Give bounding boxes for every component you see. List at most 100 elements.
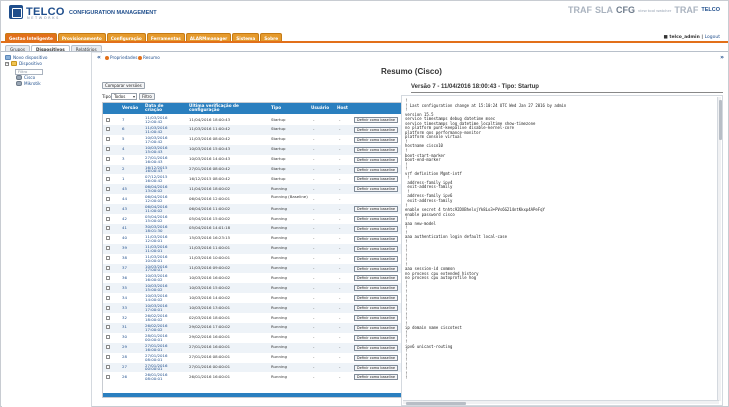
row-checkbox[interactable]: [106, 275, 110, 280]
table-row[interactable]: 38 11/03/2016 10:00:01 11/03/2016 10:00:01…: [103, 254, 401, 264]
col-header-verified[interactable]: Última verificação de configuração: [189, 103, 247, 112]
row-checkbox[interactable]: [106, 226, 110, 231]
table-row[interactable]: 4 10/03/2016 15:00:43 10/03/2016 15:00:43 S…: [103, 144, 401, 155]
col-header-type[interactable]: Tipo: [271, 105, 281, 110]
row-checkbox[interactable]: [106, 325, 110, 330]
table-row[interactable]: 6 11/03/2016 11:00:42 11/03/2016 11:00:42 S…: [103, 124, 401, 135]
set-baseline-button[interactable]: Definir como baseline: [354, 285, 398, 292]
row-checkbox[interactable]: [106, 374, 110, 379]
set-baseline-button[interactable]: Definir como baseline: [354, 156, 398, 163]
table-row[interactable]: 43 06/04/2016 11:00:02 06/04/2016 11:00:02…: [103, 204, 401, 214]
set-baseline-button[interactable]: Definir como baseline: [354, 374, 398, 381]
set-baseline-button[interactable]: Definir como baseline: [354, 305, 398, 312]
set-baseline-button[interactable]: Definir como baseline: [354, 265, 398, 272]
row-checkbox[interactable]: [106, 176, 110, 181]
row-checkbox[interactable]: [106, 117, 110, 122]
table-row[interactable]: 31 26/02/2016 17:00:02 29/02/2016 17:00:02…: [103, 322, 401, 333]
summary-link[interactable]: Resumo: [138, 55, 160, 60]
set-baseline-button[interactable]: Definir como baseline: [354, 334, 398, 341]
set-baseline-button[interactable]: Definir como baseline: [354, 315, 398, 321]
table-row[interactable]: 30 28/01/2016 00:00:01 29/02/2016 16:00:01…: [103, 333, 401, 343]
row-checkbox[interactable]: [106, 157, 110, 162]
tree-item-devices[interactable]: − Dispositivo: [5, 61, 42, 66]
table-row[interactable]: 39 11/03/2016 11:00:01 11/03/2016 11:00:01…: [103, 243, 401, 254]
set-baseline-button[interactable]: Definir como baseline: [354, 117, 398, 123]
col-header-host[interactable]: Host: [337, 105, 348, 110]
expand-panel-icon[interactable]: »: [720, 54, 724, 61]
set-baseline-button[interactable]: Definir como baseline: [354, 354, 398, 361]
row-checkbox[interactable]: [106, 295, 110, 300]
row-checkbox[interactable]: [106, 305, 110, 310]
set-baseline-button[interactable]: Definir como baseline: [354, 364, 398, 371]
set-baseline-button[interactable]: Definir como baseline: [354, 255, 398, 262]
table-row[interactable]: 34 10/03/2016 14:00:02 10/03/2016 14:00:02…: [103, 293, 401, 303]
row-checkbox[interactable]: [106, 266, 110, 270]
type-filter-select[interactable]: Todos ▾: [111, 93, 137, 100]
table-row[interactable]: 45 06/04/2016 13:00:02 11/04/2016 18:00:02…: [103, 184, 401, 195]
row-checkbox[interactable]: [106, 137, 110, 142]
set-baseline-button[interactable]: Definir como baseline: [354, 166, 398, 173]
row-checkbox[interactable]: [106, 355, 110, 360]
row-checkbox[interactable]: [106, 216, 110, 221]
collapse-sidebar-icon[interactable]: «: [97, 54, 101, 61]
row-checkbox[interactable]: [106, 365, 110, 369]
table-row[interactable]: 28 27/01/2016 08:00:01 27/01/2016 08:00:01…: [103, 353, 401, 363]
set-baseline-button[interactable]: Definir como baseline: [354, 146, 398, 153]
scrollbar-thumb[interactable]: [406, 401, 466, 405]
col-header-version[interactable]: Versão: [122, 105, 138, 110]
logout-link[interactable]: Logout: [705, 35, 720, 40]
row-checkbox[interactable]: [106, 256, 110, 261]
row-checkbox[interactable]: [106, 147, 110, 152]
row-checkbox[interactable]: [106, 285, 110, 290]
table-row[interactable]: 36 10/03/2016 16:00:02 10/03/2016 16:00:02…: [103, 273, 401, 283]
row-checkbox[interactable]: [106, 186, 110, 191]
table-row[interactable]: 26 26/01/2016 08:00:01 26/01/2016 16:00:01…: [103, 372, 401, 382]
table-row[interactable]: 40 11/03/2016 12:00:01 15/03/2016 16:23:15…: [103, 234, 401, 244]
table-row[interactable]: 41 30/03/2016 18:01:30 05/04/2016 14:01:18…: [103, 223, 401, 234]
tree-item-new-device[interactable]: Novo dispositivo: [5, 55, 47, 60]
set-baseline-button[interactable]: Definir como baseline: [354, 235, 398, 242]
set-baseline-button[interactable]: Definir como baseline: [354, 295, 398, 302]
horizontal-scrollbar[interactable]: [403, 400, 719, 405]
scrollbar-thumb[interactable]: [718, 100, 722, 140]
table-row[interactable]: 7 11/03/2016 12:00:42 11/04/2016 18:00:43 S…: [103, 115, 401, 125]
row-checkbox[interactable]: [106, 196, 110, 201]
tree-item-cisco[interactable]: Cisco: [16, 75, 35, 80]
row-checkbox[interactable]: [106, 315, 110, 320]
set-baseline-button[interactable]: Definir como baseline: [354, 324, 398, 331]
properties-link[interactable]: Propriedades: [105, 55, 137, 60]
table-row[interactable]: 32 26/02/2016 18:00:02 02/03/2016 18:00:01…: [103, 313, 401, 323]
set-baseline-button[interactable]: Definir como baseline: [354, 216, 398, 222]
row-checkbox[interactable]: [106, 236, 110, 241]
row-checkbox[interactable]: [106, 335, 110, 340]
col-header-created[interactable]: Data de criação: [145, 103, 175, 112]
table-row[interactable]: 29 27/01/2016 16:00:01 27/01/2016 16:00:01…: [103, 342, 401, 353]
collapse-toggle-icon[interactable]: −: [5, 61, 9, 66]
table-row[interactable]: 37 10/03/2016 17:00:01 11/03/2016 09:00:02…: [103, 263, 401, 274]
table-row[interactable]: 2 16/12/2015 16:00:43 27/01/2016 08:00:42 S…: [103, 164, 401, 175]
set-baseline-button[interactable]: Definir como baseline: [354, 344, 398, 351]
table-row[interactable]: 5 10/03/2016 17:00:42 11/03/2016 08:00:42 S…: [103, 135, 401, 145]
set-baseline-button[interactable]: Definir como baseline: [354, 136, 398, 143]
row-checkbox[interactable]: [106, 345, 110, 350]
vertical-scrollbar[interactable]: [717, 97, 722, 401]
set-baseline-button[interactable]: Definir como baseline: [354, 206, 398, 213]
col-header-user[interactable]: Usuário: [311, 105, 329, 110]
tree-item-mikrotik[interactable]: Mikrotik: [16, 81, 41, 86]
set-baseline-button[interactable]: Definir como baseline: [354, 245, 398, 252]
compare-versions-button[interactable]: Comparar versões: [102, 82, 145, 89]
table-row[interactable]: 44 06/04/2016 12:00:02 06/04/2016 12:00:01…: [103, 194, 401, 204]
table-row[interactable]: 1 07/12/2015 16:00:42 16/12/2015 08:00:42 S…: [103, 174, 401, 184]
row-checkbox[interactable]: [106, 127, 110, 132]
row-checkbox[interactable]: [106, 167, 110, 171]
row-checkbox[interactable]: [106, 246, 110, 251]
table-row[interactable]: 33 10/03/2016 17:00:01 10/03/2016 13:00:01…: [103, 303, 401, 313]
filter-button[interactable]: Filtro: [139, 93, 155, 100]
table-row[interactable]: 42 05/04/2016 15:00:02 05/04/2016 15:00:02…: [103, 214, 401, 224]
set-baseline-button[interactable]: Definir como baseline: [354, 126, 398, 133]
table-row[interactable]: 35 10/03/2016 15:00:02 10/03/2016 15:00:02…: [103, 283, 401, 294]
config-text-panel[interactable]: !! Last configuration change at 15:10:24…: [401, 95, 723, 406]
set-baseline-button[interactable]: Definir como baseline: [354, 225, 398, 232]
set-baseline-button[interactable]: Definir como baseline: [354, 186, 398, 193]
table-row[interactable]: 27 27/01/2016 00:00:01 27/01/2016 00:00:01…: [103, 362, 401, 373]
